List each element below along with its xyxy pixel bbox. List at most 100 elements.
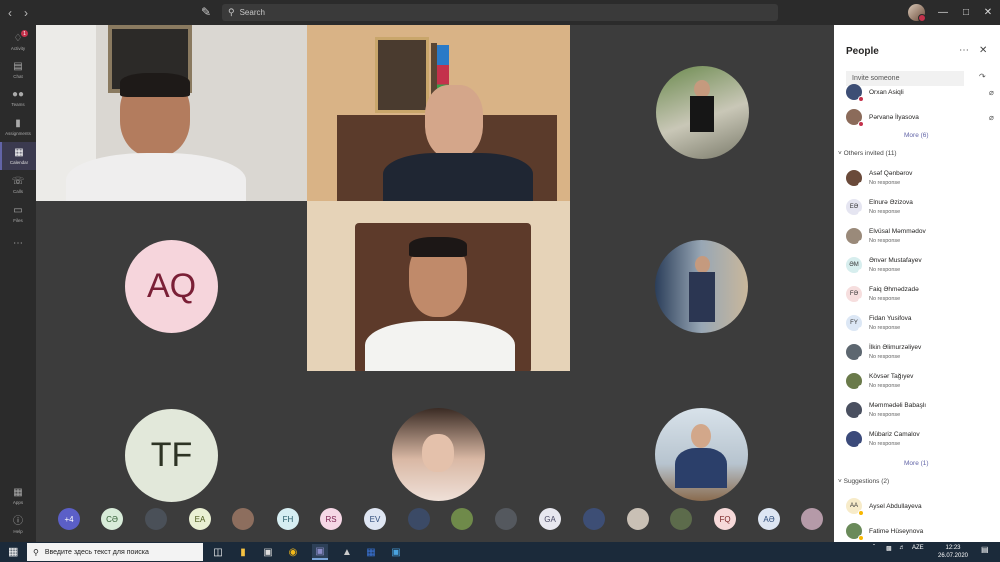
presence-status-icon [858, 96, 864, 102]
close-window-icon[interactable]: ✕ [974, 0, 1000, 25]
strip-participant-avatar[interactable] [670, 508, 692, 530]
rail-item-apps[interactable]: ▦ Apps [0, 482, 36, 510]
presence-status-icon [858, 510, 864, 516]
taskbar-search-input[interactable]: ⚲ Введите здесь текст для поиска [27, 543, 203, 561]
portrait-frame [375, 37, 429, 113]
person-status: No response [869, 383, 901, 389]
avatar-initials: FƏ [849, 291, 859, 297]
person-row[interactable]: FƏ Faiq Əhmədzadə No response [846, 282, 996, 310]
person-row[interactable]: Elvüsal Məmmədov No response [846, 224, 996, 252]
search-icon: ⚲ [33, 547, 39, 557]
suggestions-header[interactable]: ˅ Suggestions (2) [838, 478, 889, 485]
person-row[interactable]: Asəf Qənbərov No response [846, 166, 996, 194]
video-tile-participant-4[interactable] [307, 201, 570, 371]
strip-participant-avatar[interactable] [801, 508, 823, 530]
forward-icon[interactable]: › [18, 0, 34, 25]
app-taskbar-icon[interactable]: ▲ [339, 544, 355, 560]
person-name: Pərvanə İlyasova [869, 114, 919, 121]
ellipsis-icon: ⋯ [13, 237, 23, 249]
mic-muted-icon: ⌀ [989, 88, 994, 97]
rail-item-teams[interactable]: ●● Teams [0, 84, 36, 112]
video-tile-participant-7[interactable] [570, 371, 834, 542]
person-row[interactable]: Kövsər Tağıyev No response [846, 369, 996, 397]
more-options-icon[interactable]: ⋯ [959, 45, 969, 56]
strip-participant-avatar[interactable]: RS [320, 508, 342, 530]
more-apps-button[interactable]: ⋯ [0, 229, 36, 257]
rail-label: Teams [11, 102, 25, 107]
person-row[interactable]: Məmmədəli Babaşlı No response [846, 398, 996, 426]
person-avatar [846, 84, 864, 102]
person-row[interactable]: FY Fidan Yusifova No response [846, 311, 996, 339]
word-icon[interactable]: ▦ [363, 544, 379, 560]
presence-status-icon [858, 298, 864, 304]
video-tile-participant-2[interactable] [307, 25, 570, 201]
notifications-icon[interactable]: ▤ [981, 545, 989, 554]
person-row[interactable]: EƏ Elnurə Əzizova No response [846, 195, 996, 223]
volume-icon[interactable]: ♬ [899, 545, 905, 551]
more-in-meeting-link[interactable]: More (6) [904, 132, 929, 139]
participant-photo [656, 66, 749, 159]
person-row[interactable]: AA Aysel Abdullayeva [846, 494, 996, 522]
strip-participant-avatar[interactable] [451, 508, 473, 530]
presence-status-icon [858, 240, 864, 246]
strip-participant-avatar[interactable] [627, 508, 649, 530]
person-name: Faiq Əhmədzadə [869, 286, 919, 293]
search-input[interactable]: ⚲ Search [222, 4, 778, 21]
rail-item-chat[interactable]: ▤ Chat [0, 56, 36, 84]
person-row[interactable]: İlkin Əlimurzəliyev No response [846, 340, 996, 368]
rail-item-activity[interactable]: ♢ Activity 1 [0, 28, 36, 56]
close-panel-icon[interactable]: ✕ [979, 45, 987, 56]
person-row[interactable]: Fatimə Hüseynova [846, 519, 996, 542]
file-explorer-icon[interactable]: ▮ [235, 544, 251, 560]
rail-item-calendar[interactable]: ▦ Calendar [0, 142, 36, 170]
windows-start-icon[interactable]: ▦ [8, 546, 20, 558]
network-icon[interactable]: ▩ [886, 545, 892, 552]
strip-participant-avatar[interactable] [145, 508, 167, 530]
person-row[interactable]: Mübariz Camalov No response [846, 427, 996, 455]
person-row[interactable]: ƏM Ənvər Mustafayev No response [846, 253, 996, 281]
language-indicator[interactable]: AZE [912, 545, 924, 551]
strip-participant-avatar[interactable] [495, 508, 517, 530]
task-view-icon[interactable]: ◫ [210, 544, 226, 560]
person-avatar [846, 523, 864, 541]
compose-icon[interactable]: ✎ [201, 5, 215, 19]
video-tile-participant-6[interactable] [307, 371, 570, 542]
strip-participant-avatar[interactable]: +4 [58, 508, 80, 530]
person-avatar [846, 109, 864, 127]
rail-item-assignments[interactable]: ▮ Assignments [0, 113, 36, 141]
strip-participant-avatar[interactable]: EA [189, 508, 211, 530]
photos-icon[interactable]: ▣ [388, 544, 404, 560]
video-tile-participant-1[interactable] [36, 25, 307, 201]
store-icon[interactable]: ▣ [260, 544, 276, 560]
back-icon[interactable]: ‹ [2, 0, 18, 25]
strip-participant-avatar[interactable]: EV [364, 508, 386, 530]
tray-chevron-icon[interactable]: ˆ [873, 545, 875, 551]
strip-participant-avatar[interactable] [232, 508, 254, 530]
video-tile-avatar-aq[interactable]: AQ [36, 201, 307, 371]
person-row[interactable]: Orxan Asiqli ⌀ [846, 80, 996, 108]
strip-participant-avatar[interactable] [408, 508, 430, 530]
video-tile-participant-5[interactable] [570, 201, 834, 371]
strip-participant-avatar[interactable]: FH [277, 508, 299, 530]
strip-participant-avatar[interactable]: CƏ [101, 508, 123, 530]
strip-participant-avatar[interactable] [583, 508, 605, 530]
strip-participant-avatar[interactable]: FQ [714, 508, 736, 530]
more-invited-link[interactable]: More (1) [904, 460, 929, 467]
video-tile-participant-3[interactable] [570, 25, 834, 201]
chrome-icon[interactable]: ◉ [285, 544, 301, 560]
person-status: No response [869, 209, 901, 215]
photo-head [695, 256, 710, 273]
strip-participant-avatar[interactable]: AƏ [758, 508, 780, 530]
person-name: Ənvər Mustafayev [869, 257, 922, 264]
rail-item-files[interactable]: ▭ Files [0, 200, 36, 228]
profile-avatar[interactable] [908, 4, 926, 22]
rail-label: Help [13, 529, 23, 534]
others-invited-header[interactable]: ˅ Others invited (11) [838, 150, 897, 157]
person-row[interactable]: Pərvanə İlyasova ⌀ [846, 105, 996, 133]
taskbar-clock[interactable]: 12:23 26.07.2020 [933, 544, 973, 560]
strip-participant-avatar[interactable]: GA [539, 508, 561, 530]
participant-photo [655, 240, 748, 333]
rail-item-calls[interactable]: ☏ Calls [0, 171, 36, 199]
rail-item-help[interactable]: ⓘ Help [0, 511, 36, 539]
teams-taskbar-icon[interactable]: ▣ [312, 544, 328, 560]
